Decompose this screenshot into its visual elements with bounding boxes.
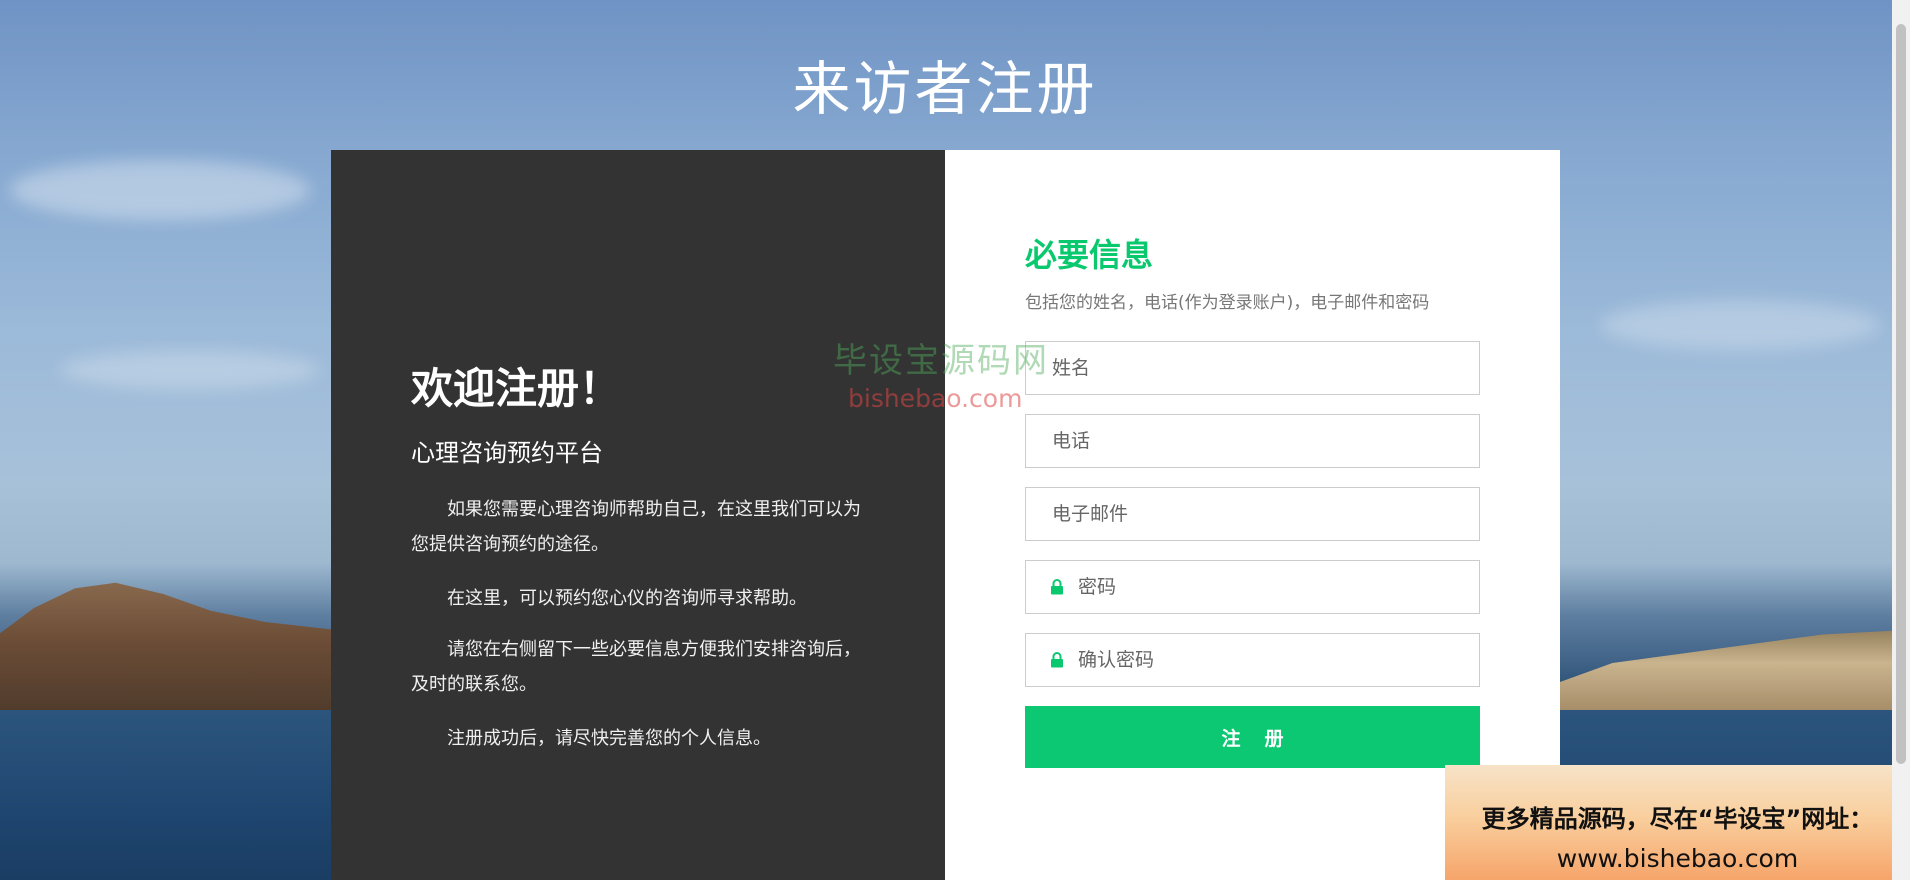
watermark-url: bishebao.com bbox=[848, 384, 1023, 413]
hill-left bbox=[0, 582, 340, 720]
name-field bbox=[1025, 341, 1480, 395]
welcome-heading: 欢迎注册！ bbox=[411, 364, 622, 413]
intro-paragraph: 请您在右侧留下一些必要信息方便我们安排咨询后，及时的联系您。 bbox=[411, 639, 861, 695]
confirm-password-input[interactable] bbox=[1070, 634, 1479, 686]
scrollbar[interactable] bbox=[1892, 0, 1910, 880]
platform-name: 心理咨询预约平台 bbox=[411, 439, 603, 467]
cloud bbox=[60, 350, 320, 390]
watermark-text: 毕设宝源码网 bbox=[833, 341, 1049, 381]
confirm-password-field bbox=[1025, 633, 1480, 687]
lock-icon bbox=[1044, 574, 1070, 600]
promo-text: 更多精品源码，尽在“毕设宝”网址： bbox=[1481, 805, 1874, 833]
hill-right bbox=[1560, 629, 1910, 720]
email-field bbox=[1025, 487, 1480, 541]
name-input[interactable] bbox=[1026, 342, 1479, 394]
form-subtitle: 包括您的姓名，电话(作为登录账户)，电子邮件和密码 bbox=[1025, 293, 1430, 313]
email-input[interactable] bbox=[1026, 488, 1479, 540]
cloud bbox=[1600, 300, 1880, 350]
password-field bbox=[1025, 560, 1480, 614]
phone-field bbox=[1025, 414, 1480, 468]
form-title: 必要信息 bbox=[1025, 236, 1154, 274]
intro-paragraph: 注册成功后，请尽快完善您的个人信息。 bbox=[447, 728, 771, 749]
lock-icon bbox=[1044, 647, 1070, 673]
phone-input[interactable] bbox=[1026, 415, 1479, 467]
scrollbar-thumb[interactable] bbox=[1896, 24, 1906, 764]
password-input[interactable] bbox=[1070, 561, 1479, 613]
page-title: 来访者注册 bbox=[792, 55, 1098, 123]
promo-url: www.bishebao.com bbox=[1556, 844, 1799, 873]
register-button[interactable]: 注册 bbox=[1025, 706, 1480, 768]
intro-panel: 欢迎注册！ 心理咨询预约平台 如果您需要心理咨询师帮助自己，在这里我们可以为您提… bbox=[331, 150, 945, 880]
intro-paragraph: 如果您需要心理咨询师帮助自己，在这里我们可以为您提供咨询预约的途径。 bbox=[411, 499, 861, 555]
cloud bbox=[10, 160, 310, 220]
promo-banner[interactable]: 更多精品源码，尽在“毕设宝”网址： www.bishebao.com bbox=[1445, 765, 1910, 880]
intro-paragraph: 在这里，可以预约您心仪的咨询师寻求帮助。 bbox=[447, 588, 807, 609]
